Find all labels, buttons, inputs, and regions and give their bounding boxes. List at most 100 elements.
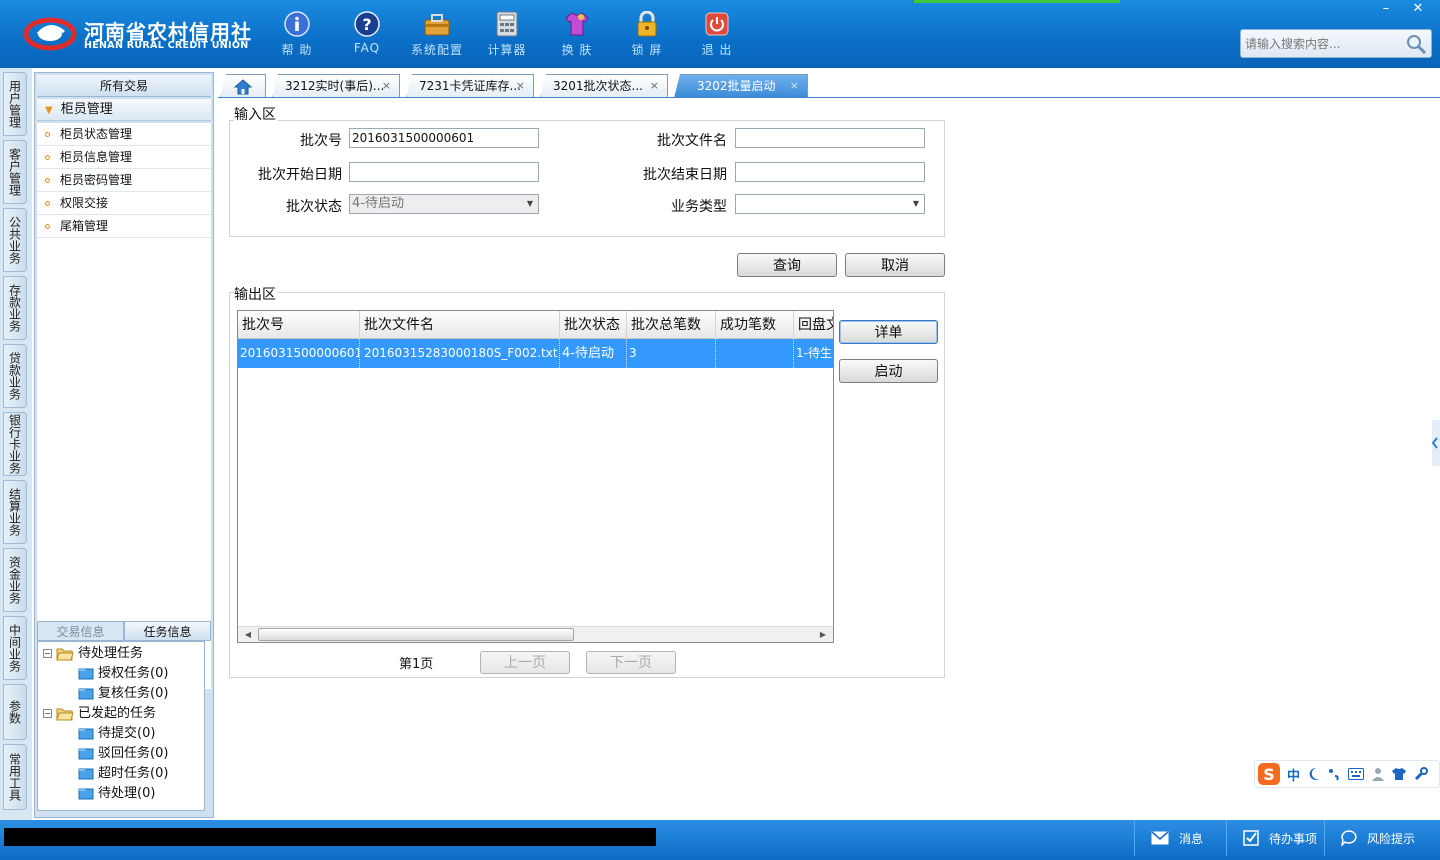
tree-node-to-process[interactable]: 待处理(0)	[38, 784, 204, 804]
tree-node-review[interactable]: 复核任务(0)	[38, 684, 204, 704]
info-icon	[284, 11, 310, 37]
minimize-button[interactable]: –	[1370, 0, 1402, 18]
settings-label: 系统配置	[410, 43, 463, 57]
sidebar-group-teller-mgmt[interactable]: ▼ 柜员管理	[37, 99, 211, 121]
sidebar-header: 所有交易	[37, 75, 211, 97]
moon-icon[interactable]	[1308, 767, 1320, 781]
tree-node-to-submit[interactable]: 待提交(0)	[38, 724, 204, 744]
horizontal-scrollbar[interactable]: ◀ ▶	[238, 626, 833, 642]
lock-button[interactable]: 锁 屏	[612, 8, 682, 60]
cancel-button[interactable]: 取消	[845, 253, 945, 277]
vnav-loan-biz[interactable]: 贷款业务	[3, 344, 27, 408]
col-success[interactable]: 成功笔数	[716, 311, 794, 339]
tab-3202[interactable]: 3202批量启动 ×	[674, 74, 808, 98]
batch-no-input[interactable]	[349, 128, 539, 148]
tab-transaction-info[interactable]: 交易信息	[37, 621, 124, 641]
sidebar-item-tailbox[interactable]: 尾箱管理	[37, 215, 211, 238]
search-icon[interactable]	[1405, 33, 1427, 55]
batch-file-input[interactable]	[735, 128, 925, 148]
col-batch-no[interactable]: 批次号	[238, 311, 360, 339]
tree-node-timeout[interactable]: 超时任务(0)	[38, 764, 204, 784]
calculator-button[interactable]: 计算器	[472, 8, 542, 60]
col-total[interactable]: 批次总笔数	[627, 311, 716, 339]
settings-button[interactable]: 系统配置	[402, 8, 472, 60]
start-button[interactable]: 启动	[839, 359, 938, 383]
query-button[interactable]: 查询	[737, 253, 837, 277]
vnav-params[interactable]: 参数	[3, 684, 27, 740]
detail-button[interactable]: 详单	[839, 320, 938, 344]
panel-collapse-handle[interactable]	[1428, 420, 1440, 466]
collapse-icon[interactable]: −	[43, 709, 52, 718]
col-file-name[interactable]: 批次文件名	[360, 311, 560, 339]
sidebar-item-handover[interactable]: 权限交接	[37, 192, 211, 215]
next-page-button[interactable]: 下一页	[586, 651, 676, 674]
col-reply[interactable]: 回盘文	[794, 311, 833, 339]
messages-button[interactable]: 消息	[1134, 820, 1226, 856]
status-bar: 消息 待办事项 风险提示	[0, 820, 1440, 860]
sidebar: 所有交易 ▼ 柜员管理 柜员状态管理 柜员信息管理 柜员密码管理 权限交接 尾箱管…	[34, 72, 214, 818]
tab-3201[interactable]: 3201批次状态... ×	[540, 74, 668, 98]
sidebar-item-teller-status[interactable]: 柜员状态管理	[37, 123, 211, 146]
biz-type-select[interactable]: ▼	[735, 194, 925, 214]
progress-accent	[914, 0, 1120, 3]
search-input[interactable]	[1243, 32, 1403, 55]
faq-button[interactable]: ? FAQ	[332, 8, 402, 60]
input-area-title: 输入区	[234, 104, 278, 124]
vnav-customer-mgmt[interactable]: 客户管理	[3, 140, 27, 204]
tab-close-icon[interactable]: ×	[650, 75, 659, 97]
dropdown-arrow-icon: ▼	[912, 199, 919, 208]
status-select[interactable]: 4-待启动 ▼	[349, 194, 539, 214]
sidebar-item-teller-password[interactable]: 柜员密码管理	[37, 169, 211, 192]
exit-button[interactable]: 退 出	[682, 8, 752, 60]
vnav-fund-biz[interactable]: 资金业务	[3, 548, 27, 612]
ime-lang-toggle[interactable]: 中	[1287, 765, 1300, 784]
tab-7231[interactable]: 7231卡凭证库存... ×	[406, 74, 534, 98]
wrench-icon[interactable]	[1414, 767, 1429, 781]
start-date-input[interactable]	[349, 162, 539, 182]
vnav-card-biz[interactable]: 银行卡业务	[3, 412, 27, 476]
dropdown-arrow-icon: ▼	[526, 199, 533, 208]
scroll-right-icon[interactable]: ▶	[815, 628, 831, 642]
shirt-icon[interactable]	[1392, 767, 1407, 781]
tree-node-initiated[interactable]: − 已发起的任务	[38, 704, 204, 724]
punctuation-icon[interactable]	[1328, 767, 1340, 781]
scrollbar-thumb[interactable]	[258, 628, 574, 641]
vnav-tools[interactable]: 常用工具	[3, 744, 27, 810]
end-date-input[interactable]	[735, 162, 925, 182]
scroll-left-icon[interactable]: ◀	[240, 628, 256, 642]
vnav-user-mgmt[interactable]: 用户管理	[3, 72, 27, 136]
vnav-deposit-biz[interactable]: 存款业务	[3, 276, 27, 340]
keyboard-icon[interactable]	[1348, 768, 1365, 780]
col-status[interactable]: 批次状态	[560, 311, 627, 339]
vnav-settle-biz[interactable]: 结算业务	[3, 480, 27, 544]
close-button[interactable]: ✕	[1402, 0, 1434, 18]
collapse-icon[interactable]: −	[43, 649, 52, 658]
app-header: 河南省农村信用社 HENAN RURAL CREDIT UNION 帮 助 ? …	[0, 0, 1440, 68]
table-row[interactable]: 2016031500000601 20160315283000180S_F002…	[238, 339, 833, 368]
tree-node-pending[interactable]: − 待处理任务	[38, 644, 204, 664]
risk-alert-button[interactable]: 风险提示	[1324, 820, 1440, 856]
skin-button[interactable]: 换 肤	[542, 8, 612, 60]
tree-node-auth[interactable]: 授权任务(0)	[38, 664, 204, 684]
tab-close-icon[interactable]: ×	[790, 75, 799, 97]
tab-home[interactable]	[220, 74, 266, 98]
status-label: 批次状态	[286, 199, 342, 215]
todo-button[interactable]: 待办事项	[1226, 820, 1324, 856]
vnav-public-biz[interactable]: 公共业务	[3, 208, 27, 272]
sidebar-tabs: 交易信息 任务信息	[37, 621, 211, 641]
prev-page-button[interactable]: 上一页	[480, 651, 570, 674]
sogou-icon[interactable]: S	[1257, 762, 1281, 786]
folder-blue-icon	[78, 668, 94, 680]
tab-3212[interactable]: 3212实时(事后)... ×	[272, 74, 400, 98]
tree-node-rejected[interactable]: 驳回任务(0)	[38, 744, 204, 764]
tab-close-icon[interactable]: ×	[516, 75, 525, 97]
cell-total: 3	[627, 339, 716, 368]
help-button[interactable]: 帮 助	[262, 8, 332, 60]
tab-task-info[interactable]: 任务信息	[124, 621, 211, 641]
user-icon[interactable]	[1372, 767, 1385, 781]
sidebar-item-teller-info[interactable]: 柜员信息管理	[37, 146, 211, 169]
status-message-area	[4, 828, 656, 846]
vnav-middle-biz[interactable]: 中间业务	[3, 616, 27, 680]
vertical-nav: 用户管理 客户管理 公共业务 存款业务 贷款业务 银行卡业务 结算业务 资金业务…	[0, 68, 32, 820]
tab-close-icon[interactable]: ×	[382, 75, 391, 97]
